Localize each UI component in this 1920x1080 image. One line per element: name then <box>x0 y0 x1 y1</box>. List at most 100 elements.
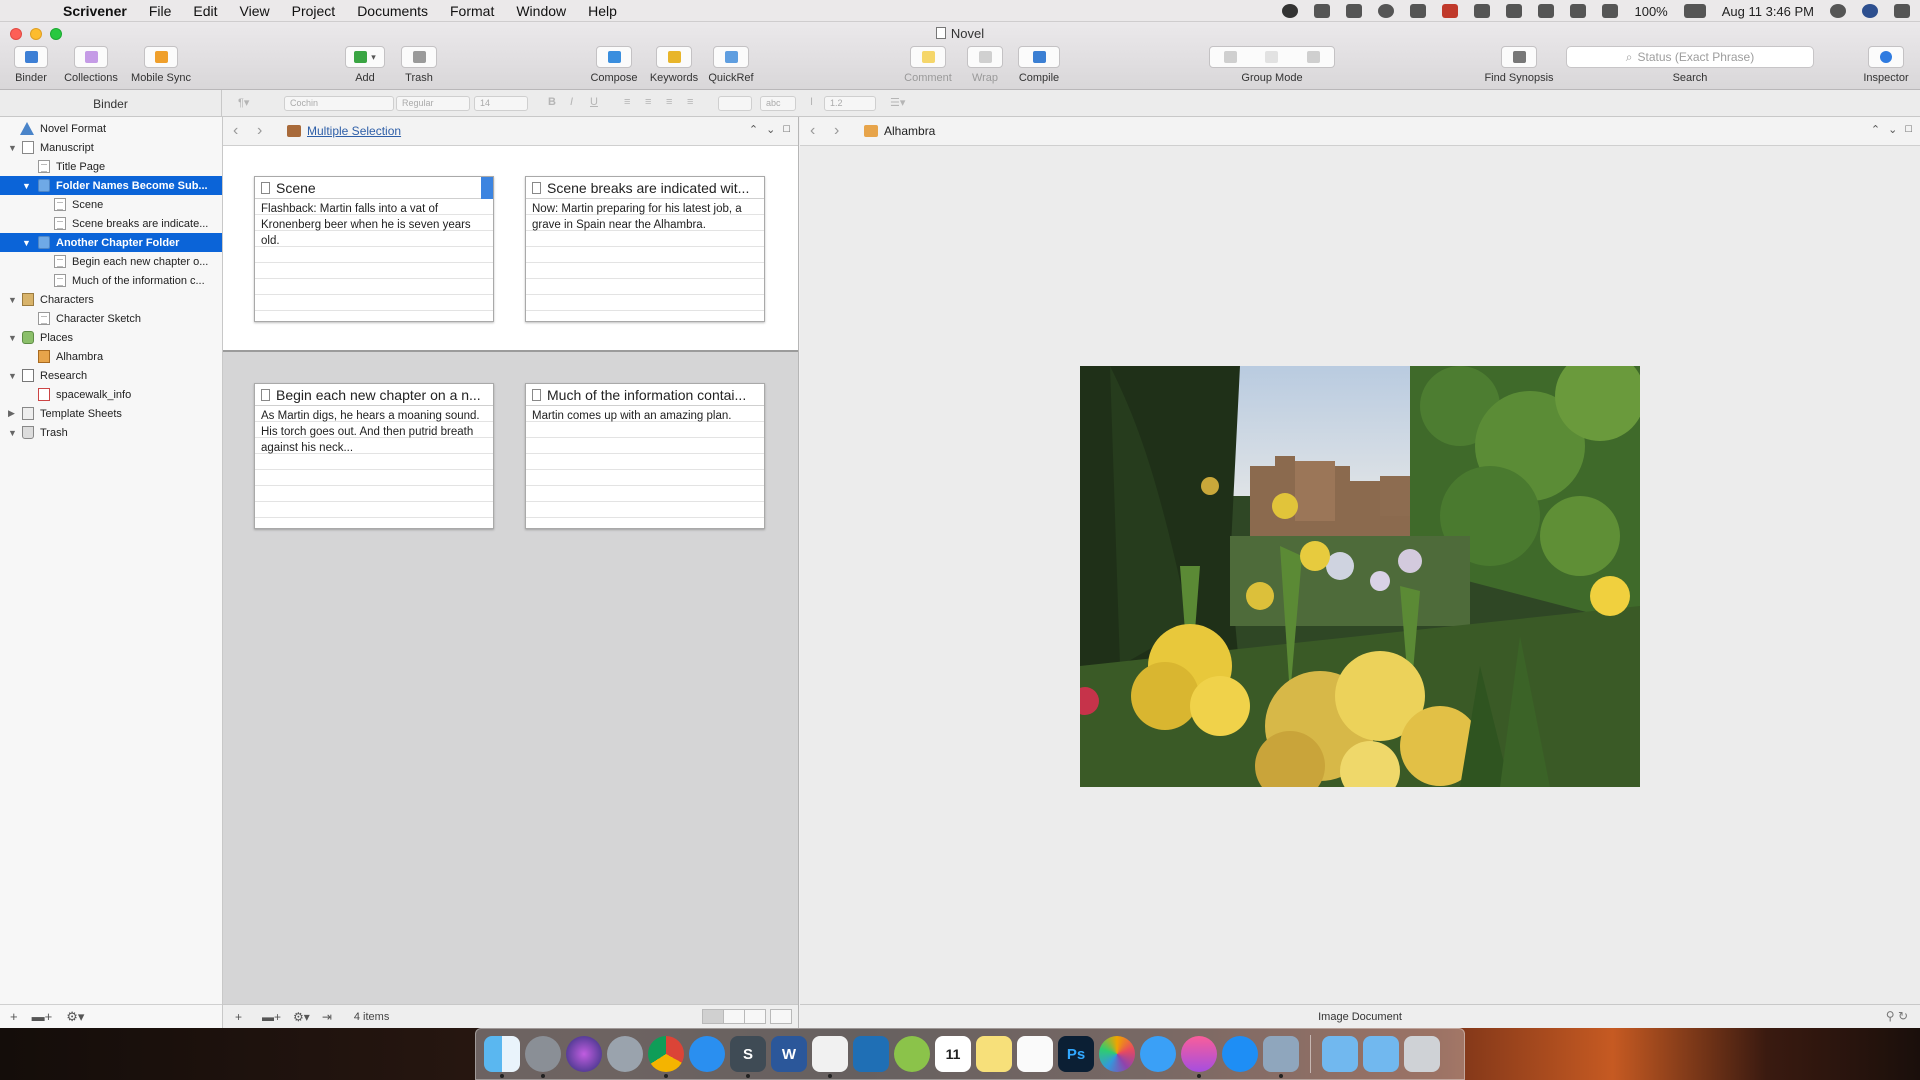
finder-icon[interactable] <box>484 1036 520 1078</box>
trash-icon[interactable] <box>1404 1036 1440 1072</box>
binder-item-research[interactable]: ▼ Research <box>0 366 222 385</box>
find-synopsis-button[interactable]: Find Synopsis <box>1480 46 1558 84</box>
lime-icon[interactable] <box>894 1036 930 1072</box>
disclosure-closed-icon[interactable]: ▶ <box>8 408 15 419</box>
italic-button[interactable]: I <box>570 96 573 108</box>
card-synopsis[interactable]: As Martin digs, he hears a moaning sound… <box>255 406 493 528</box>
scrivener-icon[interactable] <box>812 1036 848 1078</box>
card-title[interactable]: Scene <box>276 180 316 196</box>
corkboard-mode-icon[interactable] <box>1306 51 1320 63</box>
binder-item-characters[interactable]: ▼ Characters <box>0 290 222 309</box>
tray-app-icon[interactable] <box>1282 4 1299 18</box>
menu-clock[interactable]: Aug 11 3:46 PM <box>1722 4 1814 19</box>
add-folder-icon[interactable]: ▬+ <box>32 1009 53 1024</box>
align-right-icon[interactable]: ≡ <box>666 96 672 108</box>
binder-item-spacewalk-info[interactable]: spacewalk_info <box>0 385 222 404</box>
editor-header-title[interactable]: Multiple Selection <box>307 124 401 138</box>
columns-view-icon[interactable] <box>744 1009 766 1024</box>
forward-arrow-icon[interactable]: › <box>257 122 277 140</box>
notification-center-icon[interactable] <box>1894 4 1910 18</box>
back-arrow-icon[interactable]: ‹ <box>233 122 253 140</box>
card-title[interactable]: Much of the information contai... <box>547 387 746 403</box>
line-spacing-select[interactable]: 1.2 <box>824 96 876 111</box>
split-editor-icon[interactable]: □ <box>783 123 790 136</box>
scrivenings-mode-icon[interactable] <box>1265 51 1279 63</box>
battery-icon[interactable] <box>1683 4 1706 18</box>
previous-document-icon[interactable]: ⌃ <box>749 123 758 136</box>
alhambra-image[interactable] <box>1080 366 1640 787</box>
add-item-icon[interactable]: + <box>10 1009 18 1024</box>
align-left-icon[interactable]: ≡ <box>624 96 630 108</box>
launchpad-icon[interactable] <box>607 1036 643 1072</box>
binder-item-trash[interactable]: ▼ Trash <box>0 423 222 442</box>
airplay-icon[interactable] <box>1570 4 1587 18</box>
paragraph-style-icon[interactable]: ¶▾ <box>238 96 249 109</box>
downloads-icon[interactable] <box>1363 1036 1399 1072</box>
flux-icon[interactable] <box>1410 4 1427 18</box>
wrap-button[interactable]: Wrap <box>962 46 1008 84</box>
photoshop-icon[interactable]: Ps <box>1058 1036 1094 1072</box>
wifi-icon[interactable] <box>1538 4 1555 18</box>
volume-icon[interactable] <box>1602 4 1619 18</box>
binder-item-begin-each[interactable]: Begin each new chapter o... <box>0 252 222 271</box>
binder-item-title-page[interactable]: Title Page <box>0 157 222 176</box>
keywords-button[interactable]: Keywords <box>644 46 704 84</box>
align-center-icon[interactable]: ≡ <box>645 96 651 108</box>
gear-icon[interactable]: ⚙▾ <box>66 1009 84 1025</box>
binder-item-much-of[interactable]: Much of the information c... <box>0 271 222 290</box>
binder-item-another-chapter[interactable]: ▼ Another Chapter Folder <box>0 233 222 252</box>
menu-app-name[interactable]: Scrivener <box>52 3 138 19</box>
previous-document-icon[interactable]: ⌃ <box>1871 123 1880 136</box>
bold-button[interactable]: B <box>548 96 556 108</box>
highlight-select[interactable]: abc <box>760 96 796 111</box>
photos-icon[interactable] <box>1099 1036 1135 1072</box>
gear-icon[interactable]: ⚙▾ <box>293 1010 310 1024</box>
next-document-icon[interactable]: ⌄ <box>1888 123 1897 136</box>
underline-button[interactable]: U <box>590 96 598 108</box>
editor-header-title[interactable]: Alhambra <box>884 124 935 138</box>
menu-help[interactable]: Help <box>577 3 628 19</box>
backup-icon[interactable] <box>1346 4 1363 18</box>
scrivener-s-icon[interactable]: S <box>730 1036 766 1078</box>
menu-file[interactable]: File <box>138 3 183 19</box>
rows-view-icon[interactable] <box>723 1009 745 1024</box>
menu-view[interactable]: View <box>229 3 281 19</box>
binder-item-manuscript[interactable]: ▼ Manuscript <box>0 138 222 157</box>
next-document-icon[interactable]: ⌄ <box>766 123 775 136</box>
binder-button[interactable]: Binder <box>8 46 54 84</box>
card-synopsis[interactable]: Martin comes up with an amazing plan. <box>526 406 764 528</box>
binder-item-folder-names[interactable]: ▼ Folder Names Become Sub... <box>0 176 222 195</box>
forward-arrow-icon[interactable]: › <box>834 122 854 140</box>
disclosure-open-icon[interactable]: ▼ <box>8 295 17 305</box>
menu-edit[interactable]: Edit <box>182 3 228 19</box>
add-folder-icon[interactable]: ▬+ <box>262 1010 281 1024</box>
font-style-select[interactable]: Regular <box>396 96 470 111</box>
cloud-icon[interactable] <box>1474 4 1491 18</box>
binder-item-template-sheets[interactable]: ▶ Template Sheets <box>0 404 222 423</box>
trash-button[interactable]: Trash <box>396 46 442 84</box>
index-card[interactable]: Scene breaks are indicated wit... Now: M… <box>525 176 765 322</box>
export-icon[interactable]: ⇥ <box>322 1010 332 1024</box>
binder-item-novel-format[interactable]: Novel Format <box>0 119 222 138</box>
messages-icon[interactable] <box>1140 1036 1176 1072</box>
preview-icon[interactable] <box>1263 1036 1299 1078</box>
disclosure-open-icon[interactable]: ▼ <box>22 181 31 191</box>
collections-button[interactable]: Collections <box>58 46 124 84</box>
split-editor-icon[interactable]: □ <box>1905 123 1912 136</box>
menu-project[interactable]: Project <box>281 3 347 19</box>
binder-item-character-sketch[interactable]: Character Sketch <box>0 309 222 328</box>
card-title[interactable]: Begin each new chapter on a n... <box>276 387 481 403</box>
search-input[interactable]: ⌕ Status (Exact Phrase) <box>1566 46 1814 68</box>
text-color-select[interactable] <box>718 96 752 111</box>
menu-documents[interactable]: Documents <box>346 3 439 19</box>
binder-item-alhambra[interactable]: Alhambra <box>0 347 222 366</box>
folder-icon[interactable] <box>1322 1036 1358 1072</box>
app-store-icon[interactable] <box>1222 1036 1258 1072</box>
pin-icon[interactable]: ⚲ <box>1886 1009 1895 1023</box>
chrome-icon[interactable] <box>648 1036 684 1078</box>
card-synopsis[interactable]: Now: Martin preparing for his latest job… <box>526 199 764 321</box>
sync-icon[interactable] <box>1378 4 1395 18</box>
document-proxy-icon[interactable] <box>935 27 946 39</box>
card-size-icon[interactable] <box>770 1009 792 1024</box>
compile-button[interactable]: Compile <box>1012 46 1066 84</box>
